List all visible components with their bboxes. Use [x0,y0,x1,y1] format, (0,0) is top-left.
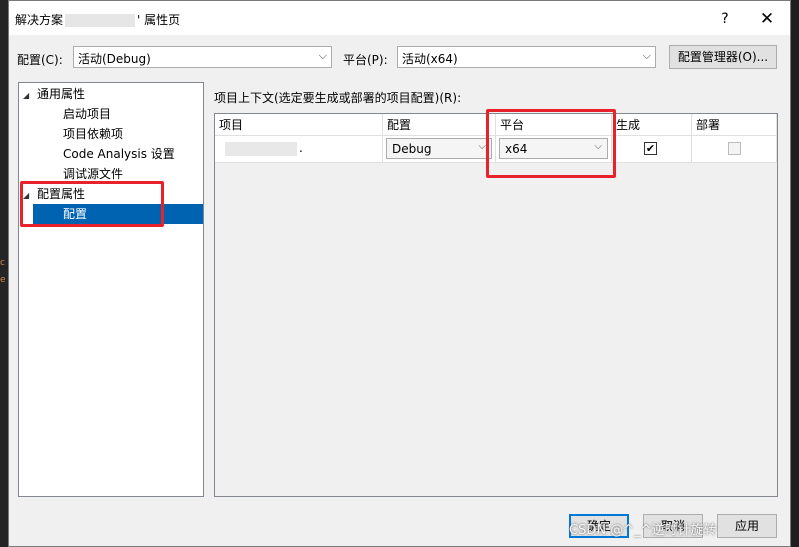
chevron-down-icon: ⌵ [642,49,651,62]
tree-expand-icon[interactable]: ◢ [23,186,37,206]
editor-fragment: e [0,275,6,285]
build-checkbox[interactable]: ✔ [644,142,657,155]
row-platform-dropdown[interactable]: x64 ⌵ [499,138,608,159]
chevron-down-icon: ⌵ [478,141,486,152]
chevron-down-icon: ⌵ [594,141,602,152]
project-cell: . [215,136,383,162]
column-header-platform[interactable]: 平台 [496,114,612,136]
tree-item-code-analysis[interactable]: Code Analysis 设置 [63,144,175,164]
title-suffix: ' 属性页 [137,13,181,27]
apply-button[interactable]: 应用 [717,514,777,538]
title-prefix: 解决方案 [15,13,64,27]
build-cell: ✔ [612,136,692,162]
help-button[interactable]: ? [713,7,737,31]
property-pages-dialog: 解决方案 ' 属性页 ? ✕ 配置(C): 活动(Debug) ⌵ 平台(P): … [8,0,791,547]
background-editor: c e [0,0,8,547]
column-header-project[interactable]: 项目 [215,114,383,136]
config-dropdown[interactable]: 活动(Debug) ⌵ [73,46,332,68]
tree-item-configuration[interactable]: 配置 [33,204,203,224]
watermark: CSDN @^_^逆时针旋转 [569,523,717,538]
platform-cell: x64 ⌵ [496,136,612,162]
row-config-value: Debug [392,142,432,156]
platform-dropdown[interactable]: 活动(x64) ⌵ [397,46,656,68]
project-context-label: 项目上下文(选定要生成或部署的项目配置)(R): [214,91,462,105]
table-row: . Debug ⌵ x64 ⌵ ✔ [215,136,777,163]
row-config-dropdown[interactable]: Debug ⌵ [386,138,492,159]
platform-dropdown-value: 活动(x64) [402,52,458,66]
chevron-down-icon: ⌵ [318,49,327,62]
deploy-cell [692,136,777,162]
project-name-suffix: . [299,141,303,155]
property-tree: ◢ 通用属性 启动项目 项目依赖项 Code Analysis 设置 调试源文件 … [18,82,204,497]
tree-item-project-dependencies[interactable]: 项目依赖项 [63,124,123,144]
tree-item-startup-project[interactable]: 启动项目 [63,104,111,124]
row-platform-value: x64 [505,142,528,156]
tree-expand-icon[interactable]: ◢ [23,86,37,106]
configuration-manager-button[interactable]: 配置管理器(O)... [669,45,777,69]
configuration-cell: Debug ⌵ [383,136,496,162]
title-bar: 解决方案 ' 属性页 ? ✕ [9,1,790,35]
platform-label: 平台(P): [343,53,388,67]
column-header-build[interactable]: 生成 [612,114,692,136]
tree-item-common-properties[interactable]: ◢ 通用属性 [19,84,203,104]
project-context-grid: 项目 配置 平台 生成 部署 . Debug ⌵ x64 ⌵ ✔ [214,113,778,497]
redacted-project-name [225,142,297,156]
tree-item-label: 配置属性 [37,187,86,201]
column-header-deploy[interactable]: 部署 [692,114,777,136]
window-title: 解决方案 ' 属性页 [15,11,180,28]
close-button[interactable]: ✕ [753,7,781,31]
redacted-solution-name [65,14,136,27]
tree-item-configuration-properties[interactable]: ◢ 配置属性 [19,184,203,204]
editor-fragment: c [0,258,5,268]
config-label: 配置(C): [17,53,63,67]
column-header-configuration[interactable]: 配置 [383,114,496,136]
tree-item-debug-source-files[interactable]: 调试源文件 [63,164,123,184]
tree-item-label: 通用属性 [37,87,86,101]
config-dropdown-value: 活动(Debug) [78,52,151,66]
deploy-checkbox[interactable] [728,142,741,155]
